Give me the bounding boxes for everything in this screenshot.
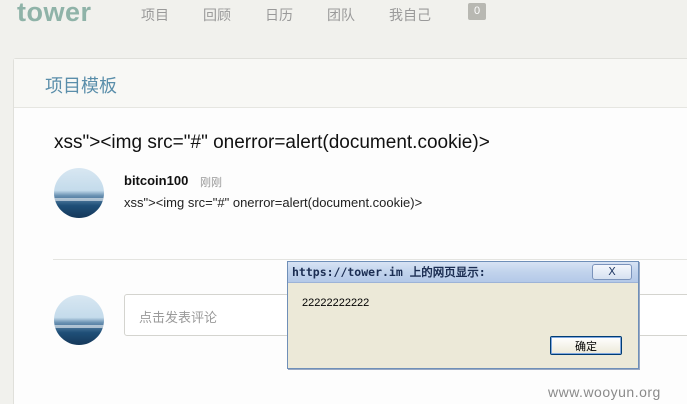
divider: [53, 259, 687, 260]
close-button[interactable]: X: [592, 264, 632, 280]
comment-input-placeholder: 点击发表评论: [139, 311, 218, 326]
comment-text: xss"><img src="#" onerror=alert(document…: [124, 195, 423, 210]
nav-item-review[interactable]: 回顾: [203, 5, 231, 25]
nav-item-projects[interactable]: 项目: [141, 5, 169, 25]
watermark: www.wooyun.org: [548, 384, 661, 400]
nav-item-calendar[interactable]: 日历: [265, 5, 293, 25]
ok-button[interactable]: 确定: [550, 336, 622, 355]
logo[interactable]: tower: [17, 0, 92, 28]
topic-title: xss"><img src="#" onerror=alert(document…: [54, 132, 490, 153]
notification-badge[interactable]: 0: [468, 3, 486, 20]
dialog-title: https://tower.im 上的网页显示:: [292, 265, 486, 279]
avatar-wave: [54, 325, 104, 328]
page-title[interactable]: 项目模板: [45, 72, 117, 98]
nav-item-team[interactable]: 团队: [327, 5, 355, 25]
comment-timestamp: 刚刚: [200, 176, 222, 189]
close-icon: X: [608, 265, 616, 278]
panel-header: 项目模板: [14, 59, 687, 108]
comment-author[interactable]: bitcoin100: [124, 173, 188, 188]
alert-dialog: https://tower.im 上的网页显示: X 22222222222 确…: [287, 261, 639, 369]
nav-item-me[interactable]: 我自己: [389, 5, 431, 25]
dialog-message: 22222222222: [302, 297, 370, 309]
top-nav: tower 项目 回顾 日历 团队 我自己 0: [0, 0, 687, 30]
current-user-avatar: [54, 295, 104, 345]
avatar[interactable]: [54, 168, 104, 218]
dialog-titlebar[interactable]: https://tower.im 上的网页显示: X: [288, 262, 638, 283]
avatar-wave: [54, 198, 104, 201]
